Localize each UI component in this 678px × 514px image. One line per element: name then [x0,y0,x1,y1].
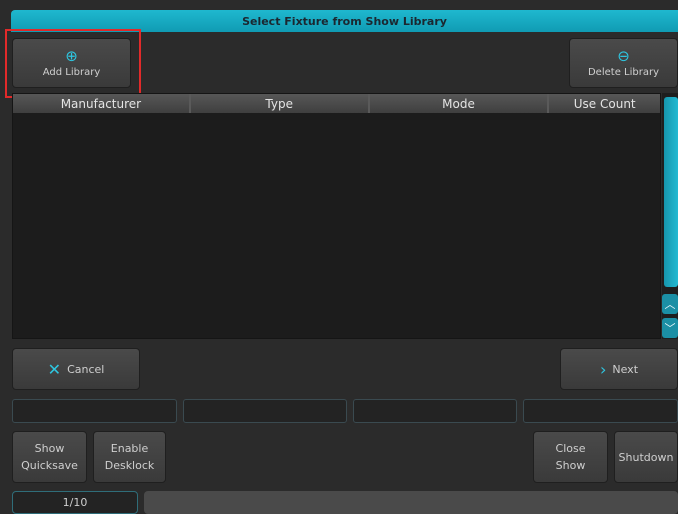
command-field-3[interactable] [353,399,517,423]
cancel-label: Cancel [67,362,105,376]
scroll-down-button[interactable]: ﹀ [662,318,678,338]
close-show-button[interactable]: Close Show [533,431,608,483]
next-label: Next [612,362,639,376]
chevron-down-icon: ﹀ [664,322,676,335]
column-header-type[interactable]: Type [191,94,370,113]
page-indicator-label: 1/10 [62,496,88,509]
close-show-line2: Show [555,459,586,472]
chevron-right-icon: › [599,359,607,379]
selection-highlight [5,29,141,98]
close-icon: ✕ [47,359,62,379]
close-show-line1: Close [555,442,586,455]
show-quicksave-button[interactable]: Show Quicksave [12,431,87,483]
shutdown-button[interactable]: Shutdown [614,431,678,483]
column-header-mode[interactable]: Mode [370,94,550,113]
enable-desklock-line2: Desklock [104,459,155,472]
shutdown-label: Shutdown [618,450,674,464]
enable-desklock-line1: Enable [110,442,149,455]
page-indicator[interactable]: 1/10 [12,491,138,514]
delete-library-label: Delete Library [587,67,659,78]
command-field-1[interactable] [12,399,177,423]
column-header-use-count[interactable]: Use Count [549,94,660,113]
table-header: Manufacturer Type Mode Use Count [13,94,660,113]
enable-desklock-button[interactable]: Enable Desklock [93,431,166,483]
command-field-2[interactable] [183,399,347,423]
command-field-4[interactable] [523,399,678,423]
minus-circle-icon: ⊖ [617,47,630,65]
scroll-up-button[interactable]: ︿ [662,294,678,314]
scrollbar-thumb[interactable] [664,97,678,287]
status-bar [144,491,678,514]
show-quicksave-line2: Quicksave [21,459,78,472]
next-button[interactable]: › Next [560,348,678,390]
dialog-title: Select Fixture from Show Library [242,14,447,28]
delete-library-button[interactable]: ⊖ Delete Library [569,38,678,88]
chevron-up-icon: ︿ [664,298,676,311]
cancel-button[interactable]: ✕ Cancel [12,348,140,390]
column-header-manufacturer[interactable]: Manufacturer [13,94,191,113]
library-table: Manufacturer Type Mode Use Count [12,93,661,339]
show-quicksave-line1: Show [34,442,65,455]
